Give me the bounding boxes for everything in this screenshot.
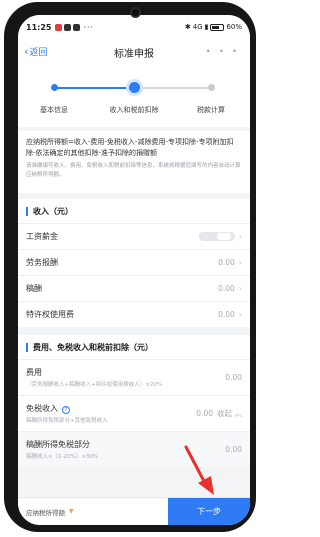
signal-icon: ▮ — [204, 23, 209, 31]
step-label-2: 收入和税前扣除 — [109, 106, 159, 114]
collapse-toggle[interactable]: 收起 — [217, 408, 232, 419]
royalty-exempt-label: 稿酬所得免税部分 — [26, 440, 90, 449]
fee-formula: （劳务报酬收入+稿酬收入+特许权使用费收入）×20% — [26, 382, 163, 388]
formula-text: 应纳税所得额=收入-费用-免税收入-减除费用-专项扣除-专项附加扣除-依法确定的… — [26, 138, 234, 157]
income-section: 收入（元） 工资薪金 › 劳务报酬 0.00 › 稿酬 0.00 › 特许权使用… — [18, 199, 250, 327]
exempt-formula: 稿酬所得免税部分+其他免税收入 — [26, 418, 108, 424]
income-row-author[interactable]: 稿酬 0.00 › — [18, 275, 250, 301]
chevron-up-icon: ︿ — [234, 409, 242, 418]
tax-due-summary[interactable]: 应纳税所得额 ▼ — [18, 498, 168, 525]
phone-frame: 11:25 ··· ✱ 4G ▮ 60% ‹ 返回 标准申报 • • • 基本信… — [4, 2, 256, 532]
more-menu-button[interactable]: • • • — [206, 47, 240, 56]
deduction-title: 费用、免税收入和税前扣除（元） — [33, 342, 153, 352]
step-line-completed — [54, 87, 128, 89]
status-bar: 11:25 ··· ✱ 4G ▮ 60% — [18, 15, 250, 39]
income-label-labor: 劳务报酬 — [26, 258, 58, 267]
deduction-section: 费用、免税收入和税前扣除（元） 费用 （劳务报酬收入+稿酬收入+特许权使用费收入… — [18, 335, 250, 467]
royalty-amount: 0.00 — [218, 310, 235, 319]
step-progress: 基本信息 收入和税前扣除 税款计算 — [18, 65, 250, 127]
message-icon — [73, 23, 81, 31]
network-label: 4G — [192, 23, 203, 31]
bluetooth-icon: ✱ — [184, 23, 191, 31]
exempt-row[interactable]: 免税收入? 稿酬所得免税部分+其他免税收入 0.00 收起 ︿ — [18, 395, 250, 431]
battery-icon — [210, 23, 225, 31]
more-notifications-icon: ··· — [83, 22, 95, 32]
income-row-labor[interactable]: 劳务报酬 0.00 › — [18, 249, 250, 275]
exempt-label: 免税收入 — [26, 404, 58, 413]
nav-bar: ‹ 返回 标准申报 • • • — [18, 39, 250, 65]
status-right: ✱ 4G ▮ 60% — [185, 23, 242, 31]
income-label-salary: 工资薪金 — [26, 232, 58, 241]
income-row-royalty[interactable]: 特许权使用费 0.00 › — [18, 301, 250, 327]
chevron-left-icon: ‹ — [24, 44, 29, 58]
tax-due-label: 应纳税所得额 — [26, 508, 65, 517]
app-screen: 11:25 ··· ✱ 4G ▮ 60% ‹ 返回 标准申报 • • • 基本信… — [18, 15, 250, 525]
step-dot-3 — [208, 84, 215, 91]
income-row-salary[interactable]: 工资薪金 › — [18, 223, 250, 249]
bottom-bar: 应纳税所得额 ▼ 下一步 — [18, 497, 250, 525]
step-label-3: 税款计算 — [197, 106, 225, 114]
chevron-right-icon: › — [238, 310, 242, 319]
income-label-royalty: 特许权使用费 — [26, 310, 74, 319]
back-button[interactable]: ‹ 返回 — [24, 44, 48, 59]
battery-label: 60% — [226, 23, 242, 31]
step-dot-1 — [51, 84, 58, 91]
author-value: 0.00 › — [218, 284, 242, 293]
back-label: 返回 — [29, 48, 48, 58]
author-amount: 0.00 — [218, 284, 235, 293]
royalty-exempt-row: 稿酬所得免税部分 稿酬收入×（1-20%）×30% 0.00 — [18, 431, 250, 467]
caret-down-icon: ▼ — [69, 508, 74, 515]
fee-row: 费用 （劳务报酬收入+稿酬收入+特许权使用费收入）×20% 0.00 — [18, 359, 250, 395]
help-icon[interactable]: ? — [62, 406, 70, 414]
chevron-right-icon: › — [238, 258, 242, 267]
next-step-button[interactable]: 下一步 — [168, 498, 250, 525]
formula-note: 请准确填写收入、费用、免税收入和税前扣除等信息，系统将根据您填写的内容自动计算应… — [26, 163, 241, 178]
notification-icon — [55, 23, 63, 31]
royalty-exempt-formula: 稿酬收入×（1-20%）×30% — [26, 454, 99, 460]
fee-label: 费用 — [26, 368, 42, 377]
chevron-right-icon: › — [238, 232, 242, 241]
exempt-value: 0.00 收起 ︿ — [196, 408, 242, 419]
income-section-title: 收入（元） — [18, 199, 250, 223]
labor-value: 0.00 › — [218, 258, 242, 267]
section-marker — [26, 206, 28, 216]
section-marker — [26, 342, 28, 352]
chevron-right-icon: › — [238, 284, 242, 293]
step-line-pending — [134, 87, 208, 89]
income-title: 收入（元） — [33, 206, 73, 216]
app-notification-icon — [64, 23, 72, 31]
labor-amount: 0.00 — [218, 258, 235, 267]
status-time: 11:25 — [26, 22, 52, 32]
step-label-1: 基本信息 — [40, 106, 68, 114]
switch-knob — [216, 233, 231, 240]
royalty-exempt-value: 0.00 — [225, 445, 242, 454]
royalty-value: 0.00 › — [218, 310, 242, 319]
income-label-author: 稿酬 — [26, 284, 42, 293]
salary-switch[interactable] — [198, 232, 235, 241]
step-dot-2 — [129, 82, 140, 93]
exempt-label-wrap: 免税收入? — [26, 403, 108, 414]
page-title: 标准申报 — [114, 48, 154, 60]
exempt-amount: 0.00 — [196, 409, 213, 418]
deduction-section-title: 费用、免税收入和税前扣除（元） — [18, 335, 250, 359]
salary-value: › — [198, 232, 242, 241]
front-camera — [130, 7, 141, 18]
fee-value: 0.00 — [225, 373, 242, 382]
formula-notice: 应纳税所得额=收入-费用-免税收入-减除费用-专项扣除-专项附加扣除-依法确定的… — [18, 131, 250, 193]
